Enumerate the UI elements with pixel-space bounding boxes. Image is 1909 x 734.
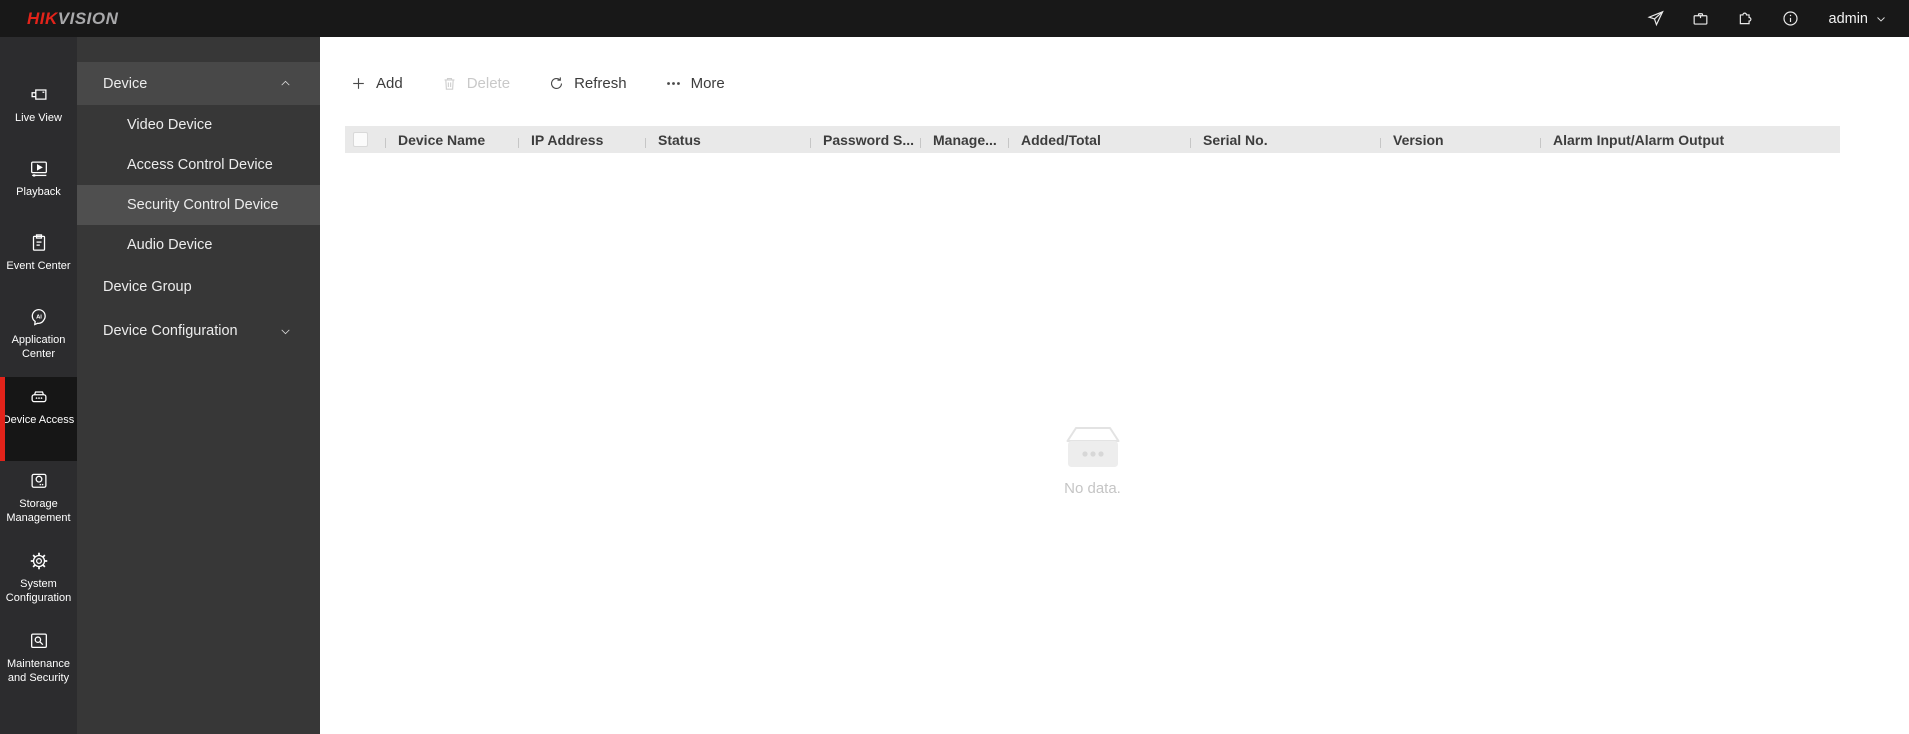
sidebar-item-system-configuration[interactable]: System Configuration: [0, 541, 77, 621]
submenu-item-label: Audio Device: [127, 237, 213, 253]
submenu-item-label: Device Group: [103, 279, 192, 295]
send-icon[interactable]: [1641, 7, 1671, 31]
sidebar-item-label: Maintenance and Security: [7, 658, 70, 685]
trash-icon: [444, 77, 455, 90]
sidebar-item-label: Playback: [16, 186, 61, 198]
svg-text:AI: AI: [36, 314, 42, 320]
delete-button-label: Delete: [466, 74, 511, 92]
more-dots-icon: [666, 81, 680, 85]
live-view-icon: [30, 89, 47, 100]
plugin-icon[interactable]: [1731, 7, 1761, 31]
column-version[interactable]: Version: [1380, 132, 1540, 148]
refresh-button-label: Refresh: [574, 74, 627, 92]
submenu-item-label: Security Control Device: [127, 197, 279, 213]
submenu-item-label: Device Configuration: [103, 323, 238, 339]
column-password-strength[interactable]: Password S...: [810, 132, 920, 148]
sidebar-item-label: Event Center: [6, 260, 71, 272]
sidebar-item-event-center[interactable]: Event Center: [0, 223, 77, 297]
app-body: Live View Playback Event Center AI Appli…: [0, 37, 1909, 734]
submenu-item-access-control-device[interactable]: Access Control Device: [77, 145, 320, 185]
more-button-label: More: [690, 74, 725, 92]
column-management[interactable]: Manage...: [920, 132, 1008, 148]
main-content: Add Delete Refresh More Device Name IP A…: [320, 37, 1909, 734]
hikvision-logo: HIKVISION: [27, 9, 118, 29]
delete-button[interactable]: Delete: [441, 75, 510, 92]
application-center-icon: AI: [31, 309, 46, 326]
more-button[interactable]: More: [665, 75, 725, 92]
maintenance-security-icon: [30, 633, 47, 649]
column-serial-no[interactable]: Serial No.: [1190, 132, 1380, 148]
sidebar-item-label: Storage Management: [6, 498, 71, 525]
column-alarm-input-output[interactable]: Alarm Input/Alarm Output: [1540, 132, 1840, 148]
submenu-item-audio-device[interactable]: Audio Device: [77, 225, 320, 265]
submenu-item-device-group[interactable]: Device Group: [77, 265, 320, 309]
submenu-device-label: Device: [103, 75, 148, 92]
toolbox-icon[interactable]: [1686, 7, 1716, 31]
device-submenu: Device Video Device Access Control Devic…: [77, 37, 320, 734]
sidebar-item-label: Device Access: [2, 414, 75, 426]
sidebar-item-label: System Configuration: [5, 578, 72, 605]
add-button-label: Add: [376, 74, 403, 92]
logo-hik: HIK: [27, 8, 58, 28]
app-window: HIKVISION admin Live View Playback Event…: [0, 0, 1909, 734]
chevron-down-icon: [1877, 16, 1885, 22]
no-data-icon: [1066, 427, 1119, 467]
sidebar-item-label: Live View: [15, 112, 62, 124]
topbar: HIKVISION admin: [0, 0, 1909, 37]
sidebar-item-label: Application Center: [11, 334, 66, 361]
submenu-device-header[interactable]: Device: [77, 62, 320, 105]
submenu-item-device-configuration[interactable]: Device Configuration: [77, 309, 320, 353]
submenu-item-video-device[interactable]: Video Device: [77, 105, 320, 145]
primary-sidebar: Live View Playback Event Center AI Appli…: [0, 37, 77, 734]
chevron-up-icon: [281, 80, 290, 86]
empty-state: No data.: [345, 425, 1840, 497]
column-ip-address[interactable]: IP Address: [518, 132, 645, 148]
user-name: admin: [1828, 10, 1869, 27]
playback-icon: [30, 161, 47, 177]
device-table-header: Device Name IP Address Status Password S…: [345, 126, 1840, 153]
sidebar-item-maintenance-security[interactable]: Maintenance and Security: [0, 621, 77, 701]
column-device-name[interactable]: Device Name: [385, 132, 518, 148]
sidebar-item-device-access[interactable]: Device Access: [0, 377, 77, 461]
no-data-text: No data.: [1064, 480, 1121, 497]
select-all-cell: [345, 132, 385, 147]
refresh-icon: [551, 76, 563, 89]
plus-icon: [353, 77, 364, 89]
user-menu[interactable]: admin: [1829, 11, 1888, 27]
sidebar-item-storage-management[interactable]: Storage Management: [0, 461, 77, 541]
sidebar-item-live-view[interactable]: Live View: [0, 75, 77, 149]
select-all-checkbox[interactable]: [353, 132, 368, 147]
submenu-item-security-control-device[interactable]: Security Control Device: [77, 185, 320, 225]
storage-management-icon: [30, 473, 47, 488]
toolbar: Add Delete Refresh More: [320, 37, 1909, 94]
logo-vision: VISION: [57, 8, 119, 28]
add-button[interactable]: Add: [350, 75, 403, 92]
system-configuration-icon: [30, 552, 47, 570]
topbar-actions: admin: [1641, 7, 1888, 31]
submenu-item-label: Access Control Device: [127, 157, 273, 173]
column-added-total[interactable]: Added/Total: [1008, 132, 1190, 148]
event-center-icon: [32, 234, 45, 251]
sidebar-item-playback[interactable]: Playback: [0, 149, 77, 223]
sidebar-item-application-center[interactable]: AI Application Center: [0, 297, 77, 377]
submenu-item-label: Video Device: [127, 117, 213, 133]
refresh-button[interactable]: Refresh: [548, 75, 627, 92]
chevron-down-icon: [281, 329, 290, 334]
column-status[interactable]: Status: [645, 132, 810, 148]
info-icon[interactable]: [1776, 7, 1806, 31]
device-access-icon: [30, 391, 47, 403]
